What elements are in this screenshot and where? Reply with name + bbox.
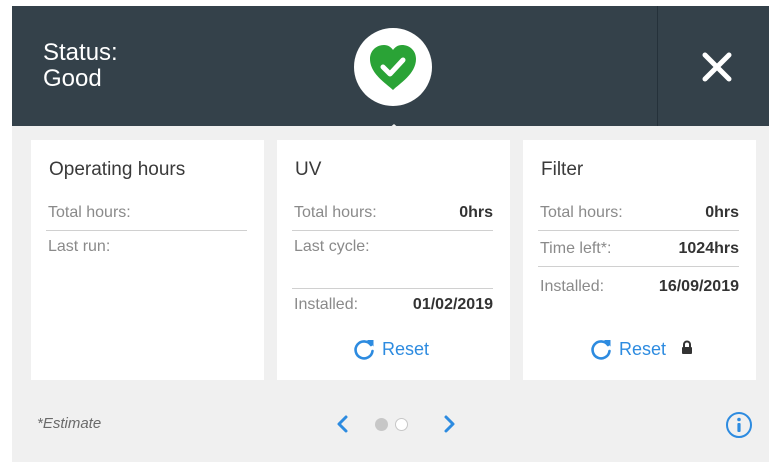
total-hours-value: 0hrs [705,204,739,221]
chevron-left-icon[interactable] [332,413,352,435]
close-icon[interactable] [702,52,732,82]
total-hours-value: 0hrs [459,204,493,221]
uv-card: UV Total hours: 0hrs Last cycle: Install… [277,140,510,380]
status-header: Status: Good [12,6,769,126]
filter-card: Filter Total hours: 0hrs Time left*: 102… [523,140,756,380]
total-hours-label: Total hours: [48,204,131,221]
info-icon[interactable] [725,411,753,439]
close-area [657,6,769,126]
total-hours-row: Total hours: [46,198,247,231]
lock-icon [682,340,692,354]
page-dot-1[interactable] [375,418,388,431]
installed-value: 16/09/2019 [658,278,739,295]
status-panel: Status: Good Operating hours Total hours… [12,6,769,462]
status-badge [354,28,432,106]
uv-reset-button[interactable]: Reset [352,336,442,362]
card-title: Operating hours [49,159,186,180]
card-title: Filter [541,159,584,180]
card-title: UV [295,159,322,180]
time-left-row: Time left*: 1024hrs [538,234,739,267]
status-label: Status: [43,39,118,66]
last-run-label: Last run: [48,238,111,255]
status-value: Good [43,65,102,92]
time-left-label: Time left*: [540,240,612,257]
total-hours-row: Total hours: 0hrs [538,198,739,231]
installed-row: Installed: 01/02/2019 [292,290,493,322]
operating-hours-card: Operating hours Total hours: Last run: [31,140,264,380]
total-hours-row: Total hours: 0hrs [292,198,493,231]
reset-label: Reset [619,339,667,359]
last-cycle-label: Last cycle: [294,238,370,255]
total-hours-label: Total hours: [540,204,623,221]
last-run-row: Last run: [46,232,247,264]
header-pointer [381,124,407,135]
status-text: Status: Good [43,40,118,92]
installed-row: Installed: 16/09/2019 [538,272,739,304]
refresh-icon [591,340,611,360]
estimate-footnote: *Estimate [37,415,102,432]
filter-reset-button[interactable]: Reset [589,336,699,362]
total-hours-label: Total hours: [294,204,377,221]
installed-value: 01/02/2019 [412,296,493,313]
page-dot-2[interactable] [395,418,408,431]
reset-label: Reset [382,339,430,359]
heart-check-icon [370,45,416,90]
chevron-right-icon[interactable] [440,413,460,435]
last-cycle-row: Last cycle: [292,232,493,289]
installed-label: Installed: [294,296,359,313]
installed-label: Installed: [540,278,605,295]
time-left-value: 1024hrs [678,240,740,257]
refresh-icon [354,340,374,360]
